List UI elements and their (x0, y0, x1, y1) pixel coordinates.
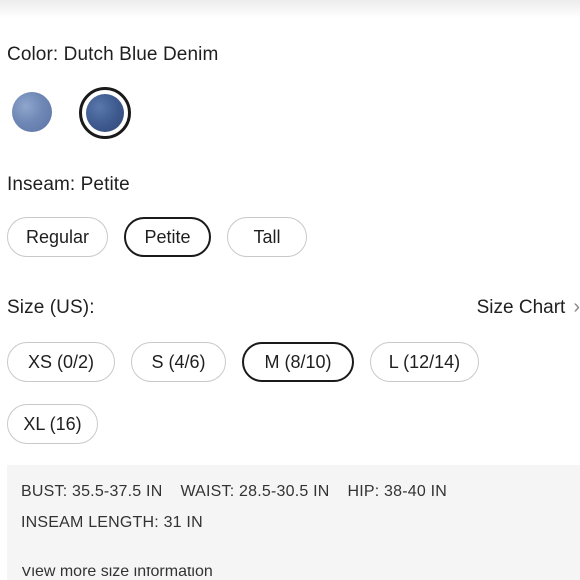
size-option-l[interactable]: L (12/14) (370, 342, 479, 382)
size-label: Size (US): (7, 297, 95, 318)
inseam-label: Inseam: Petite (7, 174, 130, 195)
size-option-xs[interactable]: XS (0/2) (7, 342, 115, 382)
swatch-dutch-blue-denim[interactable] (79, 87, 131, 139)
bust-measurement: BUST: 35.5-37.5 IN (21, 483, 163, 500)
inseam-option-petite[interactable]: Petite (124, 217, 211, 257)
color-label: Color: Dutch Blue Denim (7, 44, 219, 65)
inseam-length-measurement: INSEAM LENGTH: 31 IN (21, 514, 203, 531)
top-edge-fade (0, 0, 580, 18)
size-chart-link[interactable]: Size Chart › (477, 296, 580, 319)
inseam-option-tall[interactable]: Tall (227, 217, 307, 257)
size-option-m[interactable]: M (8/10) (242, 342, 354, 382)
more-size-info-link[interactable]: View more size information (21, 567, 213, 580)
size-measurements-panel: BUST: 35.5-37.5 IN WAIST: 28.5-30.5 IN HIP… (7, 465, 580, 580)
hip-measurement: HIP: 38-40 IN (347, 483, 448, 500)
size-chart-label: Size Chart (476, 296, 566, 318)
size-option-s[interactable]: S (4/6) (131, 342, 226, 382)
swatch-dutch-blue-denim-fill (86, 94, 124, 132)
waist-measurement: WAIST: 28.5-30.5 IN (180, 483, 330, 500)
measurements-row-1: BUST: 35.5-37.5 IN WAIST: 28.5-30.5 IN HIP… (21, 483, 465, 501)
inseam-option-regular[interactable]: Regular (7, 217, 108, 257)
chevron-right-icon: › (573, 296, 580, 318)
size-option-xl[interactable]: XL (16) (7, 404, 98, 444)
swatch-light-denim[interactable] (12, 92, 52, 132)
more-size-info-label: View more size information (21, 567, 213, 580)
